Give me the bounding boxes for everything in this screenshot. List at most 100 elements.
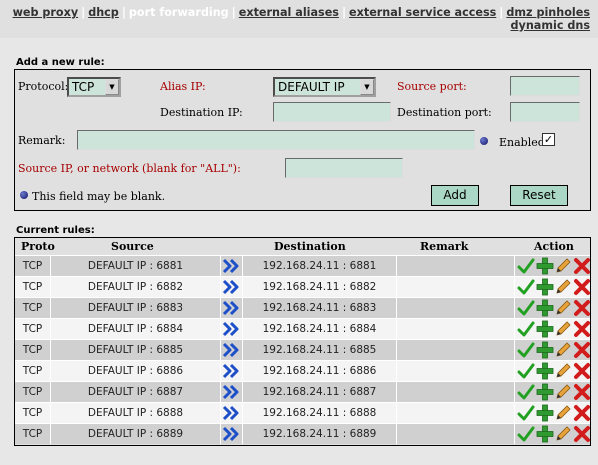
plus-icon[interactable] <box>536 299 554 317</box>
plus-icon[interactable] <box>536 362 554 380</box>
chevron-down-icon: ▼ <box>360 79 374 95</box>
pencil-icon[interactable] <box>554 278 572 296</box>
pencil-icon[interactable] <box>554 425 572 443</box>
rule-remark <box>397 340 515 360</box>
rule-proto: TCP <box>15 277 51 297</box>
rule-actions <box>515 256 590 276</box>
nav-link-dmz-pinholes[interactable]: dmz pinholes <box>506 6 590 19</box>
check-icon[interactable] <box>517 257 535 275</box>
table-row: TCP DEFAULT IP : 6885 192.168.24.11 : 6885 <box>15 339 590 360</box>
check-icon[interactable] <box>517 299 535 317</box>
top-navigation: web proxy | dhcp | port forwarding | external … <box>0 0 598 38</box>
rule-destination: 192.168.24.11 : 6883 <box>243 298 397 318</box>
alias-ip-select[interactable]: DEFAULT IP ▼ <box>273 77 376 97</box>
table-row: TCP DEFAULT IP : 6884 192.168.24.11 : 6884 <box>15 318 590 339</box>
remark-label: Remark: <box>18 134 66 147</box>
rule-actions <box>515 277 590 297</box>
rules-table-body: TCP DEFAULT IP : 6881 192.168.24.11 : 6881… <box>15 255 590 444</box>
plus-icon[interactable] <box>536 257 554 275</box>
blank-field-bullet-icon <box>480 137 488 145</box>
nav-line-2: dynamic dns <box>511 19 590 32</box>
plus-icon[interactable] <box>536 341 554 359</box>
forward-arrow-icon <box>221 403 243 423</box>
check-icon[interactable] <box>517 320 535 338</box>
pencil-icon[interactable] <box>554 383 572 401</box>
plus-icon[interactable] <box>536 320 554 338</box>
rule-actions <box>515 361 590 381</box>
rule-source: DEFAULT IP : 6889 <box>51 424 221 444</box>
nav-separator: | <box>81 6 86 19</box>
chevron-down-icon: ▼ <box>105 79 119 95</box>
table-row: TCP DEFAULT IP : 6889 192.168.24.11 : 6889 <box>15 423 590 444</box>
pencil-icon[interactable] <box>554 404 572 422</box>
rule-destination: 192.168.24.11 : 6882 <box>243 277 397 297</box>
rule-source: DEFAULT IP : 6884 <box>51 319 221 339</box>
pencil-icon[interactable] <box>554 299 572 317</box>
plus-icon[interactable] <box>536 425 554 443</box>
check-icon[interactable] <box>517 278 535 296</box>
forward-arrow-icon <box>221 298 243 318</box>
add-button[interactable]: Add <box>431 185 479 206</box>
enabled-checkbox[interactable]: ✓ <box>542 133 555 146</box>
rule-destination: 192.168.24.11 : 6884 <box>243 319 397 339</box>
pencil-icon[interactable] <box>554 320 572 338</box>
nav-link-dhcp[interactable]: dhcp <box>88 6 119 19</box>
delete-x-icon[interactable] <box>573 257 591 275</box>
pencil-icon[interactable] <box>554 341 572 359</box>
nav-separator: | <box>121 6 126 19</box>
delete-x-icon[interactable] <box>573 383 591 401</box>
rule-remark <box>397 319 515 339</box>
column-destination: Destination <box>274 240 346 253</box>
nav-separator: | <box>341 6 347 19</box>
check-icon[interactable] <box>517 383 535 401</box>
nav-link-external-service-access[interactable]: external service access <box>349 6 496 19</box>
delete-x-icon[interactable] <box>573 299 591 317</box>
blank-note: This field may be blank. <box>32 190 166 203</box>
nav-link-port-forwarding[interactable]: port forwarding <box>129 6 229 19</box>
rule-actions <box>515 382 590 402</box>
check-icon[interactable] <box>517 362 535 380</box>
delete-x-icon[interactable] <box>573 341 591 359</box>
destination-port-label: Destination port: <box>397 106 492 119</box>
check-icon[interactable] <box>517 341 535 359</box>
source-port-input[interactable] <box>510 76 580 96</box>
protocol-select[interactable]: TCP ▼ <box>67 77 121 97</box>
pencil-icon[interactable] <box>554 257 572 275</box>
source-network-input[interactable] <box>285 158 403 178</box>
table-row: TCP DEFAULT IP : 6882 192.168.24.11 : 6882 <box>15 276 590 297</box>
nav-link-external-aliases[interactable]: external aliases <box>239 6 339 19</box>
nav-link-web-proxy[interactable]: web proxy <box>13 6 79 19</box>
column-remark: Remark <box>420 240 469 253</box>
delete-x-icon[interactable] <box>573 320 591 338</box>
rule-actions <box>515 319 590 339</box>
source-port-label: Source port: <box>397 80 467 93</box>
rule-source: DEFAULT IP : 6885 <box>51 340 221 360</box>
reset-button[interactable]: Reset <box>510 185 568 206</box>
rule-actions <box>515 298 590 318</box>
rule-destination: 192.168.24.11 : 6885 <box>243 340 397 360</box>
delete-x-icon[interactable] <box>573 362 591 380</box>
check-icon[interactable] <box>517 404 535 422</box>
destination-port-input[interactable] <box>510 102 580 122</box>
plus-icon[interactable] <box>536 383 554 401</box>
table-row: TCP DEFAULT IP : 6881 192.168.24.11 : 6881 <box>15 255 590 276</box>
nav-link-dynamic-dns[interactable]: dynamic dns <box>511 19 590 32</box>
rule-proto: TCP <box>15 256 51 276</box>
column-proto: Proto <box>21 240 55 253</box>
nav-separator: | <box>231 6 236 19</box>
delete-x-icon[interactable] <box>573 404 591 422</box>
delete-x-icon[interactable] <box>573 278 591 296</box>
plus-icon[interactable] <box>536 404 554 422</box>
rule-source: DEFAULT IP : 6887 <box>51 382 221 402</box>
destination-ip-input[interactable] <box>273 102 391 122</box>
forward-arrow-icon <box>221 361 243 381</box>
plus-icon[interactable] <box>536 278 554 296</box>
delete-x-icon[interactable] <box>573 425 591 443</box>
table-row: TCP DEFAULT IP : 6888 192.168.24.11 : 6888 <box>15 402 590 423</box>
rule-remark <box>397 403 515 423</box>
remark-input[interactable] <box>77 130 475 150</box>
table-row: TCP DEFAULT IP : 6887 192.168.24.11 : 6887 <box>15 381 590 402</box>
pencil-icon[interactable] <box>554 362 572 380</box>
check-icon[interactable] <box>517 425 535 443</box>
add-rule-title: Add a new rule: <box>16 57 105 68</box>
